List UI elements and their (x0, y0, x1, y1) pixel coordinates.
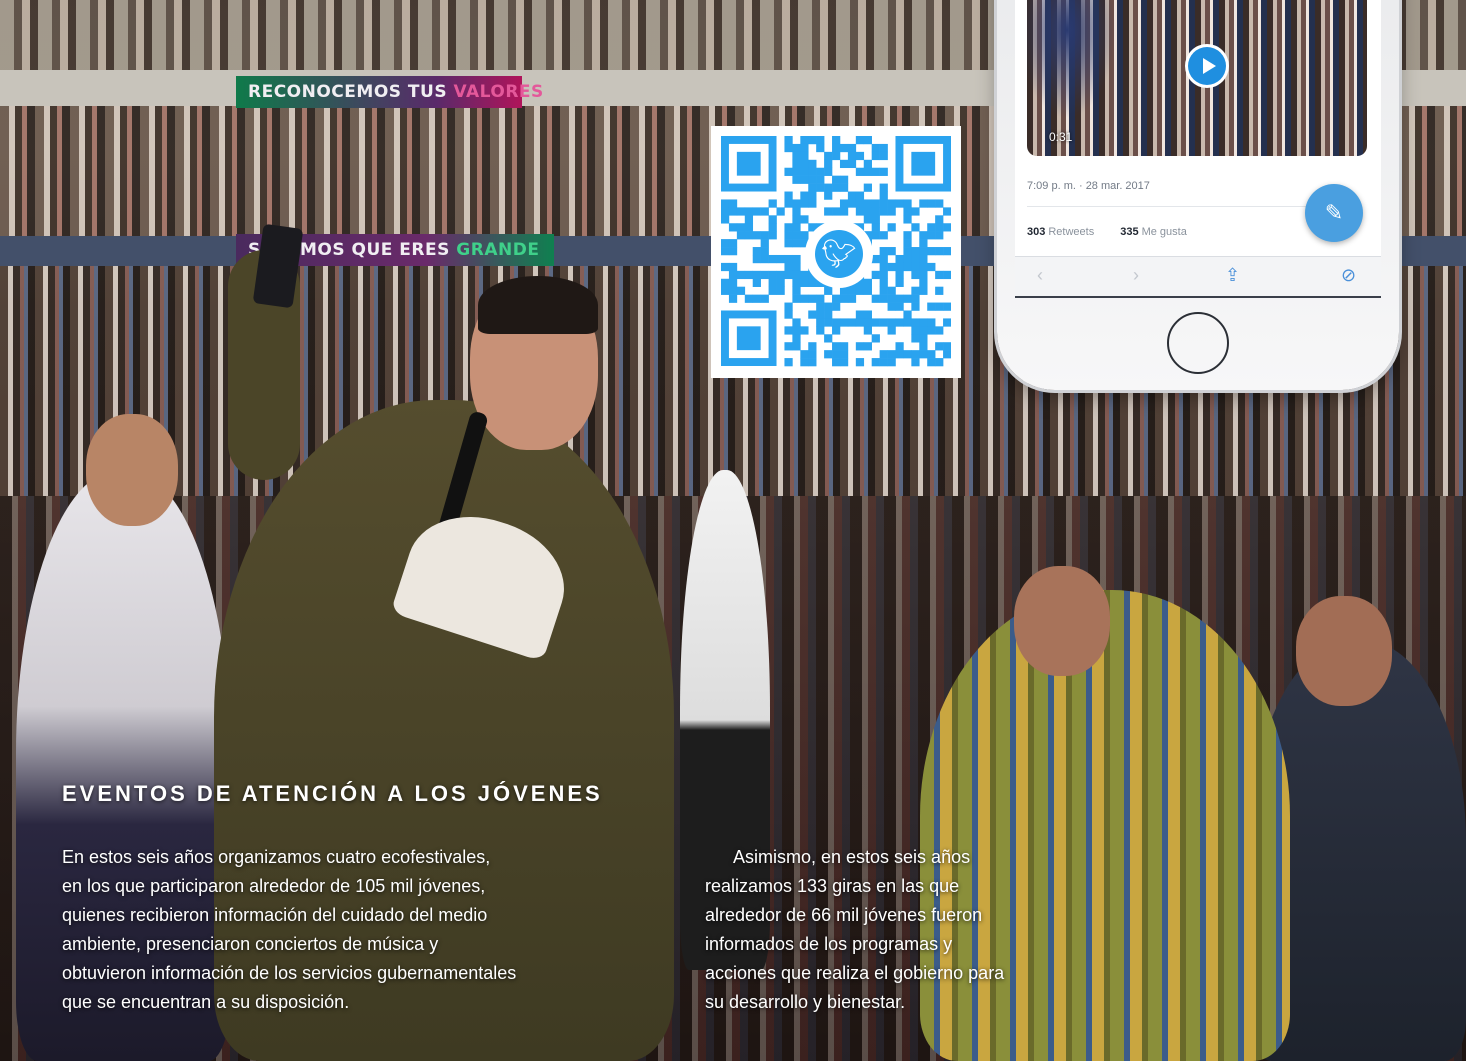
banner-valores-text: RECONOCEMOS TUS (248, 82, 448, 102)
paragraph-2-line: alrededor de 66 mil jóvenes fueron (705, 905, 983, 925)
twitter-qr-code[interactable]: 🐦︎ (711, 126, 961, 378)
twitter-bird-icon: 🐦︎ (815, 230, 863, 278)
paragraph-1-line: quienes recibieron información del cuida… (62, 905, 488, 925)
audience-right-head (1296, 596, 1392, 706)
tweet-divider (1027, 206, 1327, 207)
paragraph-1-line: que se encuentran a su disposición. (62, 992, 350, 1012)
browser-toolbar: ‹ › ⇪ ⊘ (1015, 256, 1381, 296)
play-button[interactable] (1185, 44, 1229, 88)
paragraph-2-line: realizamos 133 giras en las que (705, 876, 960, 896)
compass-icon[interactable]: ⊘ (1341, 265, 1356, 286)
banner-grande-highlight: GRANDE (456, 240, 540, 260)
retweets-count: 303 (1027, 226, 1046, 238)
paragraph-1-line: En estos seis años organizamos cuatro ec… (62, 847, 491, 867)
paragraph-2-line: Asimismo, en estos seis años (733, 847, 971, 867)
paragraph-1: En estos seis años organizamos cuatro ec… (62, 843, 682, 1017)
paragraph-1-line: obtuvieron información de los servicios … (62, 963, 517, 983)
compose-icon: ✎ (1324, 200, 1344, 225)
paragraph-2-line: acciones que realiza el gobierno para (705, 963, 1005, 983)
play-icon (1188, 47, 1226, 85)
likes-count: 335 (1120, 226, 1139, 238)
man-plaid-head (1014, 566, 1110, 676)
video-duration: 0:31 (1049, 130, 1073, 144)
paragraph-2-line: informados de los programas y (705, 934, 953, 954)
tweet-video[interactable]: 0:31 (1027, 0, 1367, 156)
section-heading: EVENTOS DE ATENCIÓN A LOS JÓVENES (62, 781, 603, 806)
paragraph-1-line: ambiente, presenciaron conciertos de mús… (62, 934, 439, 954)
banner-valores: RECONOCEMOS TUS VALORES (236, 76, 543, 108)
speaker-hair (478, 276, 598, 334)
phone-screen: 0:31 7:09 p. m. · 28 mar. 2017 303 Retwee… (1015, 0, 1381, 298)
qr-center-badge: 🐦︎ (811, 226, 867, 282)
paragraph-2: Asimismo, en estos seis años realizamos … (705, 843, 1105, 1017)
back-icon[interactable]: ‹ (1037, 265, 1043, 286)
forward-icon[interactable]: › (1133, 265, 1139, 286)
phone-mockup: 0:31 7:09 p. m. · 28 mar. 2017 303 Retwee… (997, 0, 1399, 390)
retweets-label[interactable]: Retweets (1048, 226, 1094, 238)
likes-label[interactable]: Me gusta (1142, 226, 1187, 238)
paragraph-2-line: su desarrollo y bienestar. (705, 992, 906, 1012)
paragraph-1-line: en los que participaron alrededor de 105… (62, 876, 486, 896)
woman-head (86, 414, 178, 526)
home-button[interactable] (1167, 312, 1229, 374)
banner-valores-highlight: VALORES (453, 82, 544, 102)
tweet-timestamp: 7:09 p. m. · 28 mar. 2017 (1027, 180, 1150, 192)
compose-button[interactable]: ✎ (1305, 184, 1363, 242)
tweet-stats: 303 Retweets 335 Me gusta (1027, 226, 1187, 238)
share-icon[interactable]: ⇪ (1225, 265, 1240, 286)
